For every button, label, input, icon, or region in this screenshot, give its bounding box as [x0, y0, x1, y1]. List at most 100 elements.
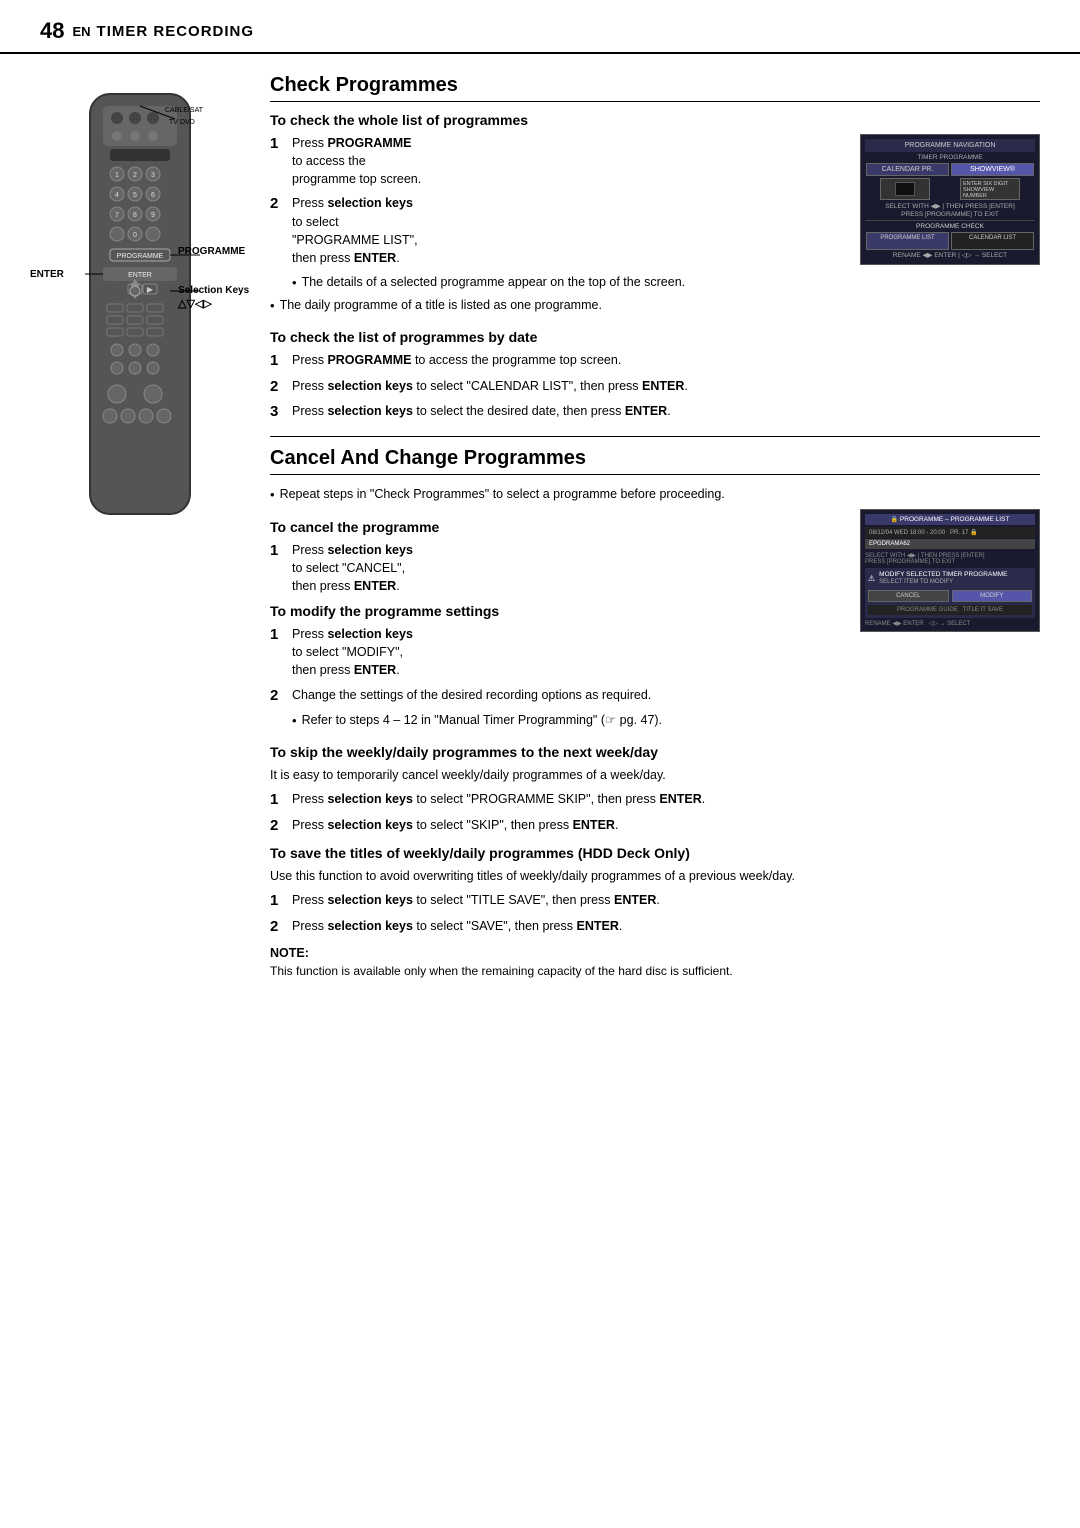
cancel-confirm-box: ⚠ MODIFY SELECTED TIMER PROGRAMMESELECT …: [865, 568, 1035, 618]
selection-keys-label: Selection Keys △▽◁▷: [178, 284, 249, 311]
date-step-number-2: 2: [270, 377, 288, 397]
remote-control-diagram: 1 2 3 4 5 6 7 8 9 0: [30, 84, 250, 544]
date-step-2: 2 Press selection keys to select "CALEND…: [270, 377, 1040, 397]
step-1-text: Press PROGRAMMEto access theprogramme to…: [292, 134, 848, 188]
skip-section: To skip the weekly/daily programmes to t…: [270, 744, 1040, 835]
note-text: This function is available only when the…: [270, 963, 1040, 980]
cancel-change-title: Cancel And Change Programmes: [270, 447, 1040, 475]
screen-title-bar: PROGRAMME NAVIGATION: [865, 139, 1035, 152]
bullet-2: • The daily programme of a title is list…: [270, 296, 848, 314]
bullet-2-text: The daily programme of a title is listed…: [280, 296, 602, 314]
title-save-step-2-text: Press selection keys to select "SAVE", t…: [292, 917, 1040, 935]
skip-step-2-text: Press selection keys to select "SKIP", t…: [292, 816, 1040, 834]
modify-button[interactable]: MODIFY: [952, 590, 1033, 602]
cancel-screen-header: 🔒 PROGRAMME – PROGRAMME LIST: [865, 514, 1035, 525]
cancel-step-number-1: 1: [270, 541, 288, 561]
programme-list-btn: PROGRAMME LIST: [866, 232, 949, 250]
date-step-1-text: Press PROGRAMME to access the programme …: [292, 351, 1040, 369]
showview-btn: SHOWVIEW®: [951, 163, 1034, 176]
modify-step-2: 2 Change the settings of the desired rec…: [270, 686, 848, 706]
section-divider: [270, 436, 1040, 437]
date-step-1: 1 Press PROGRAMME to access the programm…: [270, 351, 1040, 371]
svg-text:PROGRAMME: PROGRAMME: [117, 253, 164, 260]
cancel-programme-heading: To cancel the programme: [270, 519, 848, 535]
remote-control-svg: 1 2 3 4 5 6 7 8 9 0: [35, 84, 245, 544]
date-step-3: 3 Press selection keys to select the des…: [270, 402, 1040, 422]
check-programmes-section: Check Programmes To check the whole list…: [270, 74, 1040, 422]
page-section-title: TIMER RECORDING: [97, 23, 255, 40]
title-save-section: To save the titles of weekly/daily progr…: [270, 845, 1040, 936]
enter-label: ENTER: [30, 269, 64, 280]
title-save-step-number-1: 1: [270, 891, 288, 911]
cancel-modify-text-column: To cancel the programme 1 Press selectio…: [270, 509, 848, 734]
tv-screen-nav: PROGRAMME NAVIGATION TIMER PROGRAMME CAL…: [860, 134, 1040, 265]
svg-text:CABLE/SAT: CABLE/SAT: [165, 107, 204, 114]
skip-intro: It is easy to temporarily cancel weekly/…: [270, 766, 1040, 784]
svg-text:9: 9: [151, 212, 155, 219]
bullet-icon-1: •: [292, 275, 297, 290]
svg-text:TV: TV: [169, 119, 178, 126]
cancel-change-intro-text: Repeat steps in "Check Programmes" to se…: [280, 485, 725, 503]
page-header: 48 EN TIMER RECORDING: [0, 0, 1080, 54]
bullet-icon-2: •: [270, 298, 275, 313]
screen-check-section: PROGRAMME CHECK PROGRAMME LIST CALENDAR …: [865, 220, 1035, 259]
bullet-icon-intro: •: [270, 487, 275, 502]
title-save-step-1: 1 Press selection keys to select "TITLE …: [270, 891, 1040, 911]
note-title: NOTE:: [270, 946, 1040, 960]
svg-text:2: 2: [133, 172, 137, 179]
check-nav-hint: RENAME ◀▶ ENTER | ◁▷ → SELECT: [865, 251, 1035, 259]
main-content: 1 2 3 4 5 6 7 8 9 0: [0, 54, 1080, 1001]
step-2: 2 Press selection keysto select"PROGRAMM…: [270, 194, 848, 267]
confirm-title: MODIFY SELECTED TIMER PROGRAMMESELECT IT…: [879, 571, 1007, 585]
programme-item-2: EPGDRAMA62: [865, 539, 1035, 549]
page-number: 48: [40, 18, 64, 44]
title-save-step-1-text: Press selection keys to select "TITLE SA…: [292, 891, 1040, 909]
note-box: NOTE: This function is available only wh…: [270, 946, 1040, 980]
screen-btn-row1: CALENDAR PR. SHOWVIEW®: [865, 163, 1035, 176]
screen-instructions2: PRESS [PROGRAMME] TO EXIT: [865, 211, 1035, 218]
cancel-change-intro-bullet: • Repeat steps in "Check Programmes" to …: [270, 485, 1040, 503]
title-save-step-2: 2 Press selection keys to select "SAVE",…: [270, 917, 1040, 937]
title-save-intro: Use this function to avoid overwriting t…: [270, 867, 1040, 885]
bullet-1: • The details of a selected programme ap…: [292, 273, 848, 291]
title-save-step-number-2: 2: [270, 917, 288, 937]
date-step-3-text: Press selection keys to select the desir…: [292, 402, 1040, 420]
skip-step-number-1: 1: [270, 790, 288, 810]
cancel-nav-hint: SELECT WITH ◀▶ | THEN PRESS [ENTER]PRESS…: [865, 552, 1035, 565]
cancel-screen-display: 🔒 PROGRAMME – PROGRAMME LIST 08/12/04 WE…: [860, 509, 1040, 632]
step-1: 1 Press PROGRAMMEto access theprogramme …: [270, 134, 848, 188]
cancel-change-section: Cancel And Change Programmes • Repeat st…: [270, 447, 1040, 981]
calendar-pr-btn: CALENDAR PR.: [866, 163, 949, 176]
modify-bullet-1: • Refer to steps 4 – 12 in "Manual Timer…: [292, 711, 848, 729]
check-programmes-title: Check Programmes: [270, 74, 1040, 102]
step-number-1: 1: [270, 134, 288, 154]
skip-step-number-2: 2: [270, 816, 288, 836]
date-step-number-3: 3: [270, 402, 288, 422]
svg-text:5: 5: [133, 192, 137, 199]
check-whole-list-heading: To check the whole list of programmes: [270, 112, 1040, 128]
modify-bullet-text: Refer to steps 4 – 12 in "Manual Timer P…: [302, 711, 663, 729]
modify-step-1-text: Press selection keysto select "MODIFY",t…: [292, 625, 848, 679]
cancel-button[interactable]: CANCEL: [868, 590, 949, 602]
skip-heading: To skip the weekly/daily programmes to t…: [270, 744, 1040, 760]
bullet-1-text: The details of a selected programme appe…: [302, 273, 686, 291]
modify-step-1: 1 Press selection keysto select "MODIFY"…: [270, 625, 848, 679]
programme-navigation-screen: PROGRAMME NAVIGATION TIMER PROGRAMME CAL…: [860, 134, 1040, 319]
cancel-modify-screen: 🔒 PROGRAMME – PROGRAMME LIST 08/12/04 WE…: [860, 509, 1040, 734]
svg-text:0: 0: [133, 232, 137, 239]
svg-text:8: 8: [133, 212, 137, 219]
rename-nav-hint: RENAME ◀▶ ENTER ◁▷ → SELECT: [865, 620, 1035, 627]
right-column: Check Programmes To check the whole list…: [270, 74, 1040, 981]
step-number-2: 2: [270, 194, 288, 214]
step-2-text: Press selection keysto select"PROGRAMME …: [292, 194, 848, 267]
cancel-modify-area: To cancel the programme 1 Press selectio…: [270, 509, 1040, 734]
svg-text:3: 3: [151, 172, 155, 179]
svg-text:4: 4: [115, 192, 119, 199]
left-column: 1 2 3 4 5 6 7 8 9 0: [30, 74, 250, 981]
modify-heading: To modify the programme settings: [270, 603, 848, 619]
modify-step-number-2: 2: [270, 686, 288, 706]
svg-text:▶: ▶: [147, 285, 154, 294]
cancel-step-1-text: Press selection keysto select "CANCEL",t…: [292, 541, 848, 595]
step1-text-column: 1 Press PROGRAMMEto access theprogramme …: [270, 134, 848, 319]
screen-instructions: SELECT WITH ◀▶ | THEN PRESS [ENTER]: [865, 202, 1035, 210]
